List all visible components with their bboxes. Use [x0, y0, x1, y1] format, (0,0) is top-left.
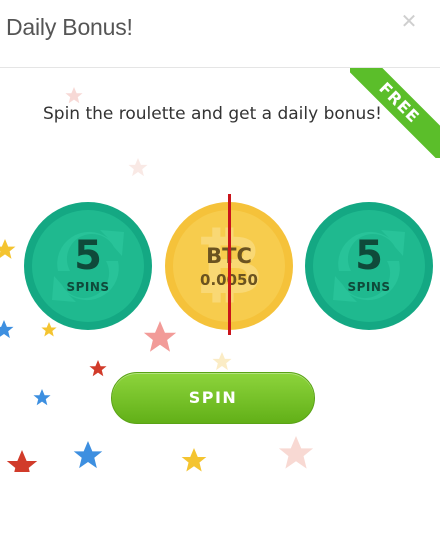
close-icon[interactable]: ✕: [398, 8, 420, 34]
star-icon: [41, 322, 57, 337]
roulette-pointer: [228, 194, 231, 335]
star-icon: [143, 321, 177, 352]
spins-label: SPINS: [347, 280, 391, 294]
star-icon: [0, 239, 16, 259]
free-ribbon: FREE: [350, 68, 440, 158]
dialog-title: Daily Bonus!: [6, 14, 133, 40]
spins-label: SPINS: [66, 280, 110, 294]
star-icon: [89, 360, 107, 377]
spins-count: 5: [355, 233, 383, 279]
spins-count: 5: [74, 233, 102, 279]
reel-coin-spins: 5 SPINS: [24, 202, 152, 330]
spin-button[interactable]: SPIN: [111, 372, 315, 424]
free-ribbon-label: FREE: [350, 68, 440, 158]
star-icon: [73, 441, 103, 469]
star-icon: [128, 158, 148, 177]
star-icon: [212, 352, 232, 371]
reel-coin-spins: 5 SPINS: [305, 202, 433, 330]
dialog-body: Spin the roulette and get a daily bonus!…: [0, 68, 440, 472]
star-icon: [278, 436, 314, 469]
dialog-header: Daily Bonus! ✕: [0, 0, 440, 68]
star-icon: [65, 87, 83, 104]
star-icon: [181, 448, 207, 472]
star-icon: [33, 389, 51, 406]
star-icon: [0, 320, 14, 339]
star-icon: [6, 450, 38, 472]
